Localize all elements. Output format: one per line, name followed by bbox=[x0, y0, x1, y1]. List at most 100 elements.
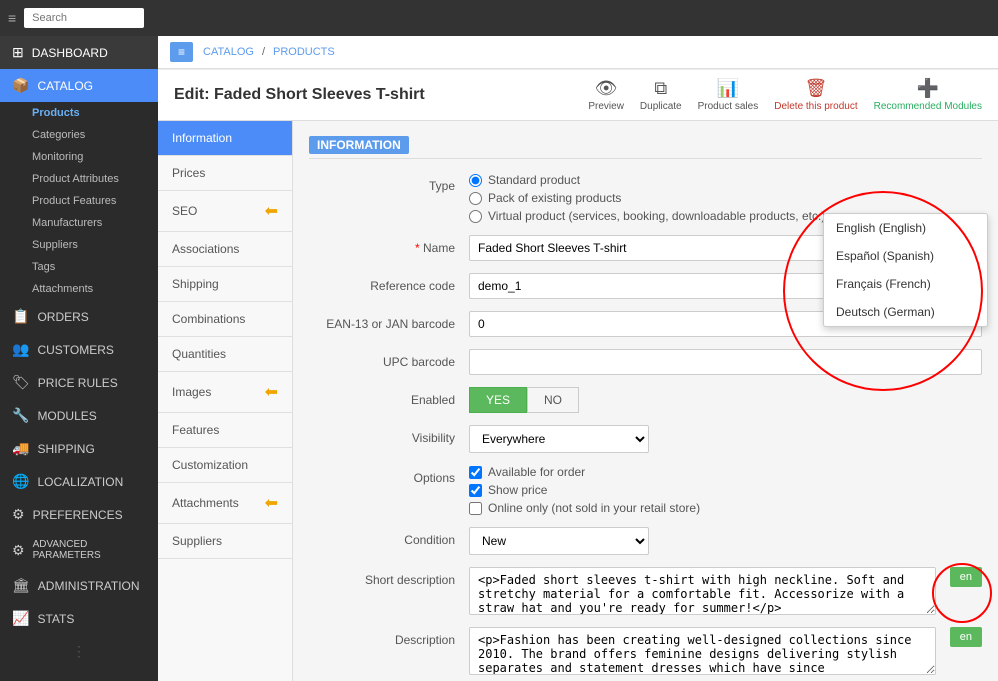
sidebar-item-dashboard[interactable]: ⊞ DASHBOARD bbox=[0, 36, 158, 69]
tab-features[interactable]: Features bbox=[158, 413, 292, 448]
option-available-order[interactable]: Available for order bbox=[469, 465, 982, 479]
option-online-only[interactable]: Online only (not sold in your retail sto… bbox=[469, 501, 982, 515]
upc-input[interactable] bbox=[469, 349, 982, 375]
visibility-select[interactable]: Everywhere Catalog only Search only Nowh… bbox=[469, 425, 649, 453]
description-label: Description bbox=[309, 627, 469, 647]
tab-information[interactable]: Information bbox=[158, 121, 292, 156]
sidebar-sub-tags[interactable]: Tags bbox=[0, 256, 158, 278]
search-input[interactable] bbox=[24, 8, 144, 28]
visibility-field-wrap: Everywhere Catalog only Search only Nowh… bbox=[469, 425, 982, 453]
short-desc-textarea[interactable]: <p>Faded short sleeves t-shirt with high… bbox=[469, 567, 936, 615]
short-desc-row: Short description <p>Faded short sleeves… bbox=[309, 567, 982, 615]
lang-option-es[interactable]: Español (Spanish) bbox=[824, 242, 987, 270]
sidebar-item-preferences-label: PREFERENCES bbox=[33, 508, 123, 522]
sidebar-item-catalog[interactable]: 📦 CATALOG bbox=[0, 69, 158, 102]
sidebar-item-price-rules[interactable]: 🏷 PRICE RULES bbox=[0, 366, 158, 399]
sidebar-item-administration[interactable]: 🏛 ADMINISTRATION bbox=[0, 569, 158, 602]
sidebar-sub-products[interactable]: Products bbox=[0, 102, 158, 124]
page-title: Edit: Faded Short Sleeves T-shirt bbox=[174, 86, 425, 104]
sidebar-item-stats[interactable]: 📈 STATS bbox=[0, 602, 158, 635]
top-bar: ≡ bbox=[0, 0, 998, 36]
content-body: Information Prices SEO ⬅ Associations Sh… bbox=[158, 121, 998, 681]
upc-row: UPC barcode bbox=[309, 349, 982, 375]
sidebar-item-shipping[interactable]: 🚚 SHIPPING bbox=[0, 432, 158, 465]
sidebar-item-preferences[interactable]: ⚙ PREFERENCES bbox=[0, 498, 158, 531]
administration-icon: 🏛 bbox=[12, 577, 30, 594]
description-row: Description <p>Fashion has been creating… bbox=[309, 627, 982, 675]
breadcrumb-catalog[interactable]: CATALOG bbox=[203, 46, 254, 58]
sidebar-item-stats-label: STATS bbox=[37, 612, 74, 626]
upc-label: UPC barcode bbox=[309, 349, 469, 369]
sidebar-sub-manufacturers[interactable]: Manufacturers bbox=[0, 212, 158, 234]
sidebar-item-customers[interactable]: 👥 CUSTOMERS bbox=[0, 333, 158, 366]
modules-action[interactable]: ➕ Recommended Modules bbox=[874, 78, 982, 112]
toggle-no[interactable]: NO bbox=[527, 387, 579, 413]
sidebar-sub-categories[interactable]: Categories bbox=[0, 124, 158, 146]
preview-action[interactable]: 👁 Preview bbox=[588, 78, 624, 112]
options-label: Options bbox=[309, 465, 469, 485]
options-group: Available for order Show price Online on… bbox=[469, 465, 982, 515]
visibility-label: Visibility bbox=[309, 425, 469, 445]
delete-action[interactable]: 🗑 Delete this product bbox=[774, 78, 857, 112]
sidebar-item-advanced-parameters[interactable]: ⚙ ADVANCED PARAMETERS bbox=[0, 531, 158, 569]
name-label: Name bbox=[309, 235, 469, 255]
tab-customization[interactable]: Customization bbox=[158, 448, 292, 483]
type-pack-radio[interactable] bbox=[469, 192, 482, 205]
tab-quantities[interactable]: Quantities bbox=[158, 337, 292, 372]
product-sales-label: Product sales bbox=[698, 101, 759, 112]
sidebar-item-modules[interactable]: 🔧 MODULES bbox=[0, 399, 158, 432]
content-area: ≡ CATALOG / PRODUCTS Edit: Faded Short S… bbox=[158, 36, 998, 681]
tab-images[interactable]: Images ⬅ bbox=[158, 372, 292, 413]
sidebar-sub-monitoring[interactable]: Monitoring bbox=[0, 146, 158, 168]
product-sales-action[interactable]: 📊 Product sales bbox=[698, 78, 759, 112]
option3-checkbox[interactable] bbox=[469, 502, 482, 515]
section-badge: INFORMATION bbox=[309, 136, 409, 154]
description-lang-btn[interactable]: en bbox=[950, 627, 982, 647]
condition-select[interactable]: New Used Refurbished bbox=[469, 527, 649, 555]
duplicate-icon: ⧉ bbox=[654, 78, 667, 99]
sidebar-item-modules-label: MODULES bbox=[37, 409, 96, 423]
delete-label: Delete this product bbox=[774, 101, 857, 112]
tab-attachments[interactable]: Attachments ⬅ bbox=[158, 483, 292, 524]
menu-icon[interactable]: ≡ bbox=[8, 10, 16, 26]
sidebar-item-orders[interactable]: 📋 ORDERS bbox=[0, 300, 158, 333]
lang-option-de[interactable]: Deutsch (German) bbox=[824, 298, 987, 326]
option2-checkbox[interactable] bbox=[469, 484, 482, 497]
option1-checkbox[interactable] bbox=[469, 466, 482, 479]
sidebar-sub-suppliers[interactable]: Suppliers bbox=[0, 234, 158, 256]
type-pack[interactable]: Pack of existing products bbox=[469, 191, 982, 205]
scroll-dots: ⋮ bbox=[72, 643, 86, 660]
type-standard-radio[interactable] bbox=[469, 174, 482, 187]
app-logo: ≡ bbox=[170, 42, 193, 62]
breadcrumb: ≡ CATALOG / PRODUCTS bbox=[158, 36, 998, 69]
type-label: Type bbox=[309, 173, 469, 193]
sidebar-sub-product-features[interactable]: Product Features bbox=[0, 190, 158, 212]
short-desc-lang-btn[interactable]: en bbox=[950, 567, 982, 587]
tab-shipping[interactable]: Shipping bbox=[158, 267, 292, 302]
tab-associations[interactable]: Associations bbox=[158, 232, 292, 267]
lang-option-en[interactable]: English (English) bbox=[824, 214, 987, 242]
preferences-icon: ⚙ bbox=[12, 506, 25, 523]
description-textarea[interactable]: <p>Fashion has been creating well-design… bbox=[469, 627, 936, 675]
type-standard[interactable]: Standard product bbox=[469, 173, 982, 187]
duplicate-label: Duplicate bbox=[640, 101, 682, 112]
sidebar-sub-product-attributes[interactable]: Product Attributes bbox=[0, 168, 158, 190]
page-header-area: ≡ CATALOG / PRODUCTS Edit: Faded Short S… bbox=[158, 36, 998, 121]
tab-combinations[interactable]: Combinations bbox=[158, 302, 292, 337]
breadcrumb-products[interactable]: PRODUCTS bbox=[273, 46, 335, 58]
price-rules-icon: 🏷 bbox=[12, 374, 30, 391]
product-sales-icon: 📊 bbox=[717, 78, 739, 99]
stats-icon: 📈 bbox=[12, 610, 29, 627]
tab-suppliers[interactable]: Suppliers bbox=[158, 524, 292, 559]
sidebar: ⊞ DASHBOARD 📦 CATALOG Products Categorie… bbox=[0, 36, 158, 681]
sidebar-item-localization[interactable]: 🌐 LOCALIZATION bbox=[0, 465, 158, 498]
toggle-yes[interactable]: YES bbox=[469, 387, 527, 413]
sidebar-sub-attachments[interactable]: Attachments bbox=[0, 278, 158, 300]
option-show-price[interactable]: Show price bbox=[469, 483, 982, 497]
tab-seo[interactable]: SEO ⬅ bbox=[158, 191, 292, 232]
lang-dropdown: English (English) Español (Spanish) Fran… bbox=[823, 213, 988, 327]
type-virtual-radio[interactable] bbox=[469, 210, 482, 223]
duplicate-action[interactable]: ⧉ Duplicate bbox=[640, 78, 682, 112]
lang-option-fr[interactable]: Français (French) bbox=[824, 270, 987, 298]
tab-prices[interactable]: Prices bbox=[158, 156, 292, 191]
